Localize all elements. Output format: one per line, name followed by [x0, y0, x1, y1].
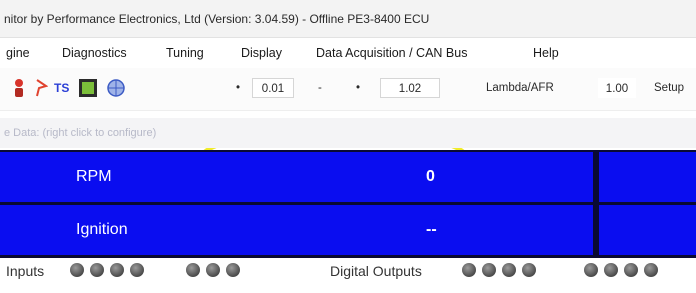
- gauge-extra-cell: [599, 205, 696, 255]
- user-icon[interactable]: [12, 78, 26, 98]
- gauge-cell-ignition: Ignition --: [0, 205, 593, 255]
- input-led: [130, 263, 144, 277]
- input-led: [226, 263, 240, 277]
- menu-bar: gine Diagnostics Tuning Display Data Acq…: [0, 39, 696, 67]
- gauge-value-rpm: 0: [426, 168, 435, 185]
- gauge-cell-rpm: RPM 0: [0, 152, 593, 202]
- lambda-afr-label: Lambda/AFR: [486, 82, 554, 94]
- gauge-row-ignition[interactable]: Ignition --: [0, 205, 696, 255]
- toolbar-bullet-a: •: [236, 82, 241, 94]
- gauge-panel: RPM 0 Ignition --: [0, 150, 696, 258]
- chip-icon[interactable]: [78, 78, 98, 98]
- menu-display[interactable]: Display: [241, 39, 282, 67]
- input-led: [70, 263, 84, 277]
- menu-data-acquisition[interactable]: Data Acquisition / CAN Bus: [316, 39, 467, 67]
- gauge-extra-cell: [599, 152, 696, 202]
- gauge-value-ignition: --: [426, 221, 437, 238]
- setup-button[interactable]: Setup: [654, 82, 684, 94]
- flag-icon[interactable]: [34, 78, 48, 98]
- digital-outputs-label: Digital Outputs: [330, 263, 422, 279]
- lambda-value-field[interactable]: 1.00: [598, 78, 636, 98]
- output-led: [644, 263, 658, 277]
- menu-diagnostics[interactable]: Diagnostics: [62, 39, 127, 67]
- toolbar: TS • 0.01 - • 1.02 Lambda/AFR 1.00 Setup: [0, 68, 696, 182]
- toolbar-bullet-b: •: [356, 82, 361, 94]
- output-led: [482, 263, 496, 277]
- value-field-a[interactable]: 0.01: [252, 78, 294, 98]
- output-led: [604, 263, 618, 277]
- menu-engine[interactable]: gine: [6, 39, 30, 67]
- globe-icon[interactable]: [106, 78, 126, 98]
- value-field-b[interactable]: 1.02: [380, 78, 440, 98]
- input-led: [186, 263, 200, 277]
- gauge-label-ignition: Ignition: [76, 221, 128, 238]
- gauge-row-rpm[interactable]: RPM 0: [0, 152, 696, 202]
- ts-icon[interactable]: TS: [54, 81, 69, 95]
- gauge-label-rpm: RPM: [76, 168, 112, 185]
- output-led: [584, 263, 598, 277]
- inputs-label: Inputs: [6, 263, 45, 279]
- configure-hint[interactable]: e Data: (right click to configure): [0, 118, 696, 148]
- output-led: [502, 263, 516, 277]
- io-status-bar: Inputs Digital Outputs: [0, 258, 696, 293]
- output-led: [462, 263, 476, 277]
- input-led: [206, 263, 220, 277]
- output-led: [624, 263, 638, 277]
- window-title: nitor by Performance Electronics, Ltd (V…: [0, 0, 696, 38]
- menu-tuning[interactable]: Tuning: [166, 39, 204, 67]
- input-led: [110, 263, 124, 277]
- output-led: [522, 263, 536, 277]
- toolbar-dash: -: [318, 82, 322, 94]
- input-led: [90, 263, 104, 277]
- menu-help[interactable]: Help: [533, 39, 559, 67]
